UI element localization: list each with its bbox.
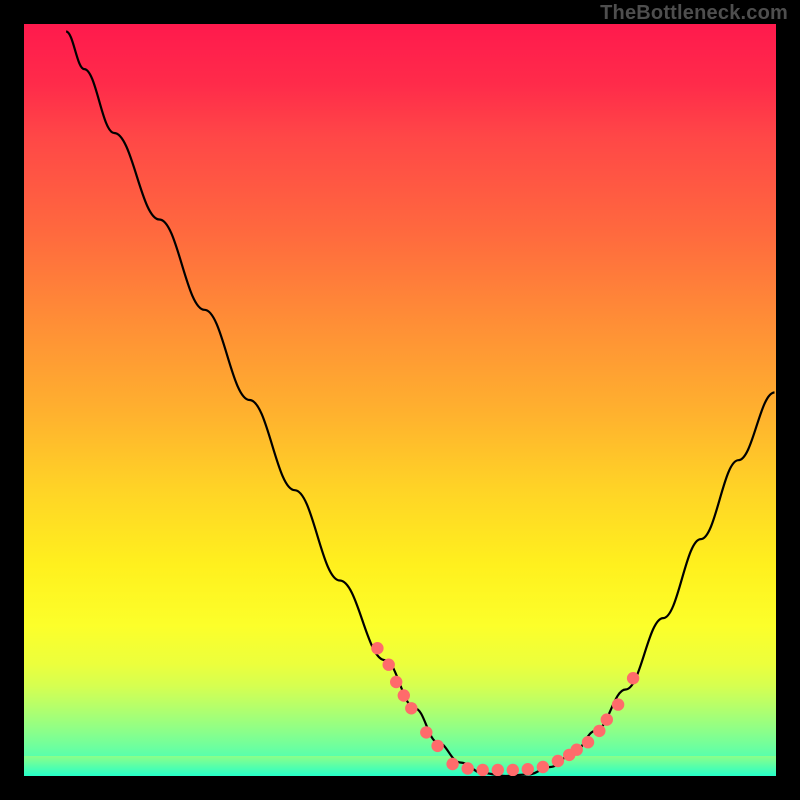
plot-area (24, 24, 776, 776)
watermark-text: TheBottleneck.com (600, 2, 788, 25)
chart-frame: TheBottleneck.com (0, 0, 800, 800)
green-band (24, 756, 776, 776)
